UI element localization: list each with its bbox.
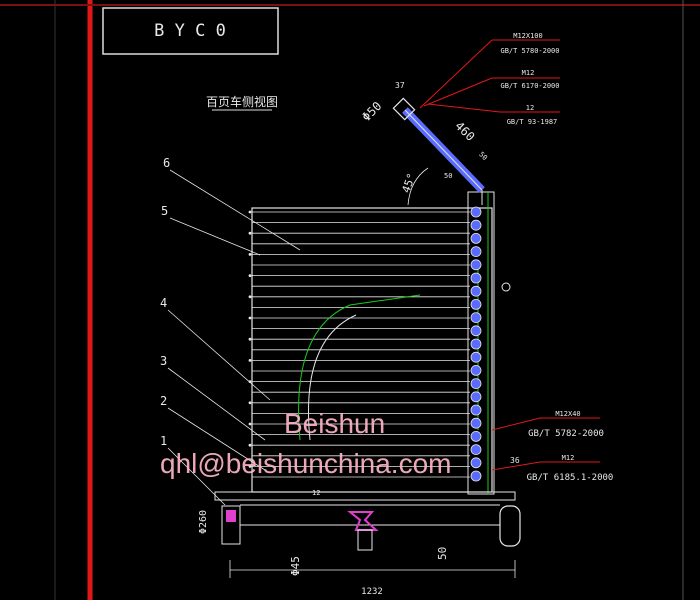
bottom-callout-leaders <box>491 417 600 471</box>
slat-end <box>248 422 252 426</box>
bolt <box>470 404 482 416</box>
dimension-angle-45: 45° <box>400 171 419 194</box>
bottom-callout-2-standard: GB/T 6185.1-2000 <box>527 473 614 483</box>
bolt <box>470 285 482 297</box>
top-callout-3-spec: 12 <box>526 104 534 112</box>
bolt <box>470 338 482 350</box>
bolt <box>470 325 482 337</box>
bolt <box>470 259 482 271</box>
part-number-6: 6 <box>163 156 170 170</box>
bolt <box>470 391 482 403</box>
slat-end <box>248 316 252 320</box>
bolt <box>470 312 482 324</box>
bolt <box>470 232 482 244</box>
top-callout-2-standard: GB/T 6170-2000 <box>500 82 559 90</box>
slat-end <box>248 443 252 447</box>
bolt <box>470 272 482 284</box>
bolt-column <box>470 206 482 482</box>
top-callout-3-standard: GB/T 93-1987 <box>507 118 558 126</box>
top-callout-1-standard: GB/T 5780-2000 <box>500 47 559 55</box>
slat-end <box>248 401 252 405</box>
bolt <box>470 444 482 456</box>
slat-end <box>248 210 252 214</box>
part-number-4: 4 <box>160 296 167 310</box>
dimension-50-a: 50 <box>477 150 489 162</box>
part-number-3: 3 <box>160 354 167 368</box>
part-number-2: 2 <box>160 394 167 408</box>
bolt <box>470 470 482 482</box>
part-number-5: 5 <box>161 204 168 218</box>
part-number-1: 1 <box>160 434 167 448</box>
title-box-text: B Y C 0 <box>154 21 226 41</box>
slat-end <box>248 295 252 299</box>
slat-end <box>248 359 252 362</box>
bottom-callout-1-standard: GB/T 5782-2000 <box>528 429 604 439</box>
top-callout-1-spec: M12X100 <box>513 32 543 40</box>
bolt <box>470 206 482 218</box>
dimension-12: 12 <box>312 489 320 497</box>
watermark-brand: Beishun <box>284 408 386 439</box>
dimension-37: 37 <box>395 81 405 90</box>
dimension-36: 36 <box>510 456 520 465</box>
bolt <box>470 246 482 258</box>
drawing-frame <box>0 0 700 600</box>
bolt <box>470 298 482 310</box>
slat-end <box>248 231 252 235</box>
cad-drawing: B Y C 0 百页车侧视图 6 5 4 3 2 1 M12X100 GB/T … <box>0 0 700 600</box>
dimension-phi50: Φ50 <box>359 99 384 124</box>
bolt <box>470 364 482 376</box>
dimension-50-bottom: 50 <box>436 547 449 560</box>
title-box: B Y C 0 <box>102 7 279 55</box>
bolt <box>470 219 482 231</box>
slat-end <box>248 337 252 341</box>
dimension-50-b: 50 <box>444 172 452 180</box>
watermark-email: qhl@beishunchina.com <box>160 448 452 479</box>
bolt <box>470 417 482 429</box>
bottom-callout-2-spec: M12 <box>562 454 575 462</box>
bolt <box>470 457 482 469</box>
dimension-460: 460 <box>452 119 477 144</box>
top-callout-2-spec: M12 <box>522 69 535 77</box>
bolt <box>470 351 482 363</box>
bolt <box>470 378 482 390</box>
dimension-width-1232: 1232 <box>361 587 383 597</box>
view-title: 百页车侧视图 <box>206 94 278 109</box>
marker-circle <box>501 282 511 292</box>
dimension-phi260: Φ260 <box>198 510 209 534</box>
slat-end <box>248 253 252 256</box>
dimension-phi45: Φ45 <box>289 556 302 576</box>
slat-end <box>248 274 252 277</box>
bolt <box>470 430 482 442</box>
cart-base <box>214 491 521 551</box>
bottom-callout-1-spec: M12X40 <box>555 410 580 418</box>
